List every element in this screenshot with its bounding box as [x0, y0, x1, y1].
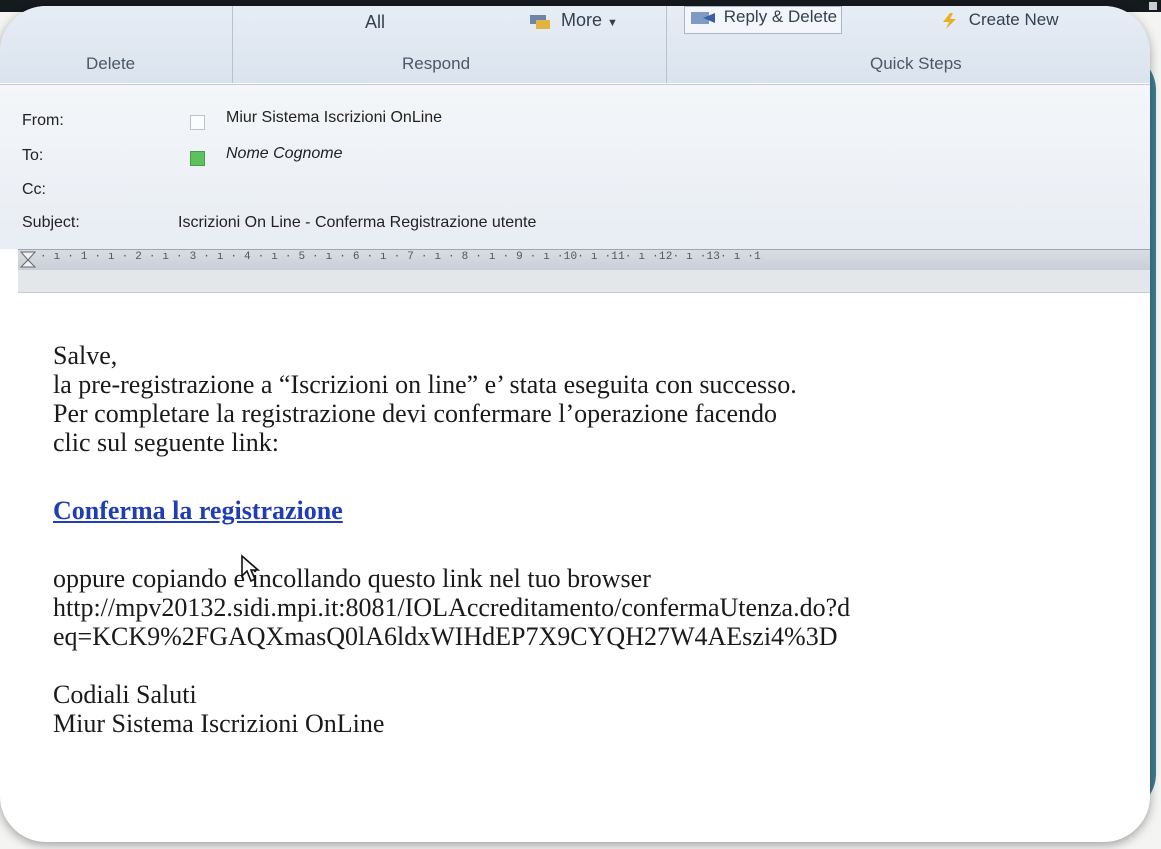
- ruler[interactable]: · ı · 1 · ı · 2 · ı · 3 · ı · 4 · ı · 5 …: [18, 249, 1150, 271]
- from-value[interactable]: Miur Sistema Iscrizioni OnLine: [226, 109, 442, 127]
- reply-delete-quickstep[interactable]: Reply & Delete: [684, 6, 843, 34]
- indent-marker-icon[interactable]: [18, 251, 40, 269]
- recipient-presence-icon: [190, 151, 205, 166]
- more-button[interactable]: More ▼: [528, 10, 618, 31]
- url-text[interactable]: http://mpv20132.sidi.mpi.it:8081/IOLAccr…: [53, 593, 1148, 622]
- subject-value: Iscrizioni On Line - Conferma Registrazi…: [178, 214, 537, 231]
- ribbon-separator: [666, 6, 667, 83]
- url-text[interactable]: eq=KCK9%2FGAQXmasQ0lA6ldxWIHdEP7X9CYQH27…: [53, 622, 1148, 651]
- create-new-quickstep[interactable]: Create New: [938, 10, 1059, 30]
- reply-all-button[interactable]: All: [365, 12, 385, 33]
- message-header: From: Miur Sistema Iscrizioni OnLine To:…: [0, 84, 1150, 249]
- subject-label: Subject:: [22, 214, 80, 231]
- group-label-quick-steps: Quick Steps: [870, 54, 962, 73]
- sender-presence-icon: [190, 115, 205, 130]
- message-body: Salve, la pre-registrazione a “Iscrizion…: [53, 341, 1148, 738]
- from-label: From:: [22, 112, 64, 129]
- greeting-text: Salve,: [53, 341, 118, 370]
- mouse-cursor-icon: [241, 554, 261, 583]
- message-window: All More ▼ Reply & Delete Create New Del…: [0, 6, 1150, 842]
- body-line: Per completare la registrazione devi con…: [53, 399, 778, 428]
- reply-delete-icon: [691, 11, 715, 24]
- group-label-respond: Respond: [402, 54, 471, 73]
- ribbon-separator: [232, 6, 233, 83]
- body-line: la pre-registrazione a “Iscrizioni on li…: [53, 370, 797, 399]
- to-value[interactable]: Nome Cognome: [226, 145, 343, 163]
- group-label-delete: Delete: [86, 54, 136, 73]
- ruler-strip: [18, 270, 1150, 293]
- confirm-registration-link[interactable]: Conferma la registrazione: [53, 496, 343, 525]
- to-label: To:: [22, 147, 44, 164]
- ruler-ticks: · ı · 1 · ı · 2 · ı · 3 · ı · 4 · ı · 5 …: [40, 251, 761, 263]
- chevron-down-icon: ▼: [607, 17, 618, 29]
- signature-text: Miur Sistema Iscrizioni OnLine: [53, 709, 385, 738]
- cc-label: Cc:: [22, 181, 46, 198]
- body-line: oppure copiando e incollando questo link…: [53, 564, 651, 593]
- more-icon: [530, 15, 550, 30]
- ribbon: All More ▼ Reply & Delete Create New Del…: [0, 6, 1150, 83]
- closing-text: Codiali Saluti: [53, 680, 197, 709]
- body-line: clic sul seguente link:: [53, 428, 280, 457]
- lightning-icon: [943, 12, 956, 29]
- window-control-icon[interactable]: [1149, 2, 1157, 10]
